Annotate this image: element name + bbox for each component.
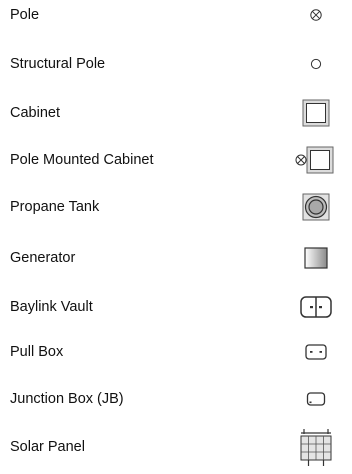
legend-label: Solar Panel <box>10 439 85 455</box>
legend-item-baylink-vault: Baylink Vault <box>0 295 352 319</box>
legend-label: Propane Tank <box>10 199 100 215</box>
legend-item-cabinet: Cabinet <box>0 99 352 127</box>
legend-item-structural-pole: Structural Pole <box>0 52 352 76</box>
legend-item-pole-mounted-cabinet: Pole Mounted Cabinet <box>0 146 352 174</box>
cabinet-icon <box>290 99 342 127</box>
legend-label: Structural Pole <box>10 56 106 72</box>
legend-label: Pole <box>10 7 40 23</box>
legend-item-pole: Pole <box>0 3 352 27</box>
structural-pole-icon <box>290 52 342 76</box>
generator-icon <box>290 246 342 270</box>
solar-panel-icon <box>290 429 342 466</box>
baylink-vault-icon <box>290 295 342 319</box>
junction-box-icon <box>290 387 342 411</box>
pole-icon <box>290 3 342 27</box>
legend-item-solar-panel: Solar Panel <box>0 429 352 466</box>
legend-item-junction-box: Junction Box (JB) <box>0 387 352 411</box>
legend-label: Junction Box (JB) <box>10 391 124 407</box>
legend-label: Generator <box>10 250 76 266</box>
pole-mounted-cabinet-icon <box>290 146 342 174</box>
legend-label: Cabinet <box>10 105 60 121</box>
pull-box-icon <box>290 340 342 364</box>
symbol-legend: Pole Structural Pole Cabinet Pole Mounte… <box>0 0 352 474</box>
legend-label: Pole Mounted Cabinet <box>10 152 154 168</box>
legend-item-pull-box: Pull Box <box>0 340 352 364</box>
legend-item-propane-tank: Propane Tank <box>0 193 352 221</box>
legend-label: Baylink Vault <box>10 299 93 315</box>
legend-item-generator: Generator <box>0 246 352 270</box>
propane-tank-icon <box>290 193 342 221</box>
legend-label: Pull Box <box>10 344 64 360</box>
